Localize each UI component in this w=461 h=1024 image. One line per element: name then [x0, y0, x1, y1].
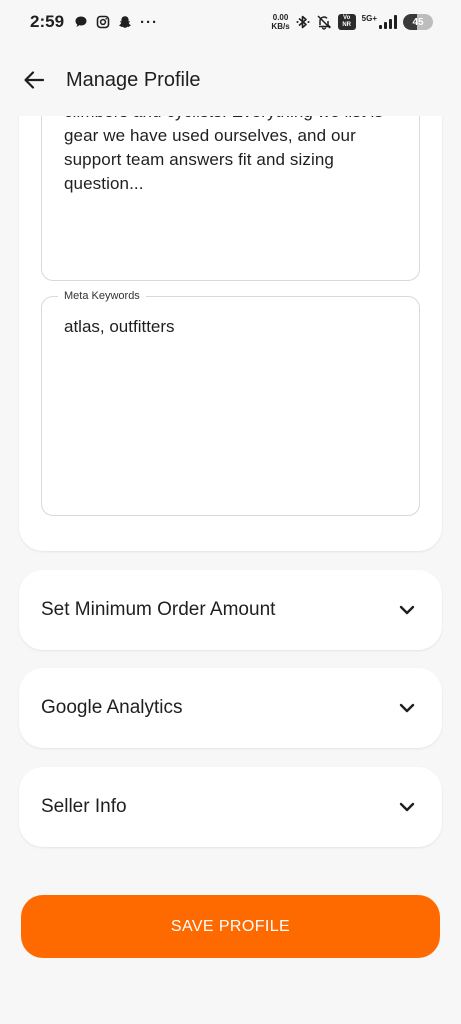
- signal-icon: 5G+: [362, 15, 397, 29]
- app-bar: Manage Profile: [0, 44, 461, 116]
- volte-icon: Vo NR: [337, 14, 356, 30]
- back-button[interactable]: [22, 68, 46, 92]
- status-right: 0.00 KB/s Vo NR 5G+ 45: [271, 13, 433, 31]
- chevron-down-icon: [398, 798, 416, 816]
- meta-keywords-value: atlas, outfitters: [64, 317, 175, 336]
- section-google-analytics[interactable]: Google Analytics: [19, 668, 442, 748]
- save-profile-label: SAVE PROFILE: [170, 917, 291, 935]
- meta-description-field[interactable]: climbers and cyclists. Everything we lis…: [41, 116, 420, 281]
- save-profile-button[interactable]: SAVE PROFILE: [21, 895, 440, 958]
- page-title: Manage Profile: [66, 68, 201, 91]
- chevron-down-icon: [398, 699, 416, 717]
- network-generation: 5G+: [361, 14, 377, 23]
- signal-bar: [389, 19, 392, 29]
- signal-bars: [379, 15, 397, 29]
- meta-keywords-field[interactable]: Meta Keywords atlas, outfitters: [41, 289, 420, 516]
- manage-profile-screen: 2:59 ··· 0.00 KB/s Vo NR 5G+ 45 Manage P…: [0, 0, 461, 1024]
- meta-keywords-label: Meta Keywords: [58, 289, 146, 303]
- volte-bottom-label: NR: [342, 22, 351, 28]
- chevron-down-icon: [398, 601, 416, 619]
- arrow-left-icon: [24, 71, 45, 89]
- snapchat-icon: [118, 15, 132, 29]
- network-speed-unit: KB/s: [271, 22, 290, 31]
- signal-bar: [394, 15, 397, 29]
- signal-bar: [384, 22, 387, 29]
- seo-card: climbers and cyclists. Everything we lis…: [19, 116, 442, 551]
- status-left: 2:59 ···: [30, 12, 158, 32]
- bluetooth-icon: [296, 14, 310, 30]
- section-label: Set Minimum Order Amount: [41, 599, 276, 620]
- more-dots-icon: ···: [140, 13, 159, 31]
- section-minimum-order-amount[interactable]: Set Minimum Order Amount: [19, 570, 442, 650]
- network-speed-value: 0.00: [272, 13, 289, 22]
- mute-icon: [316, 14, 332, 30]
- network-speed: 0.00 KB/s: [271, 13, 289, 31]
- section-seller-info[interactable]: Seller Info: [19, 767, 442, 847]
- volte-top-label: Vo: [343, 15, 351, 21]
- meta-description-text: climbers and cyclists. Everything we lis…: [64, 116, 383, 193]
- battery-icon: 45: [403, 14, 433, 30]
- battery-level: 45: [412, 16, 424, 28]
- section-label: Seller Info: [41, 796, 127, 817]
- signal-bar: [379, 25, 382, 29]
- status-time: 2:59: [30, 12, 65, 31]
- chat-icon: [74, 15, 88, 29]
- status-bar: 2:59 ··· 0.00 KB/s Vo NR 5G+ 45: [0, 0, 461, 44]
- instagram-icon: [96, 15, 110, 29]
- profile-form-content[interactable]: climbers and cyclists. Everything we lis…: [0, 116, 461, 1024]
- section-label: Google Analytics: [41, 697, 183, 718]
